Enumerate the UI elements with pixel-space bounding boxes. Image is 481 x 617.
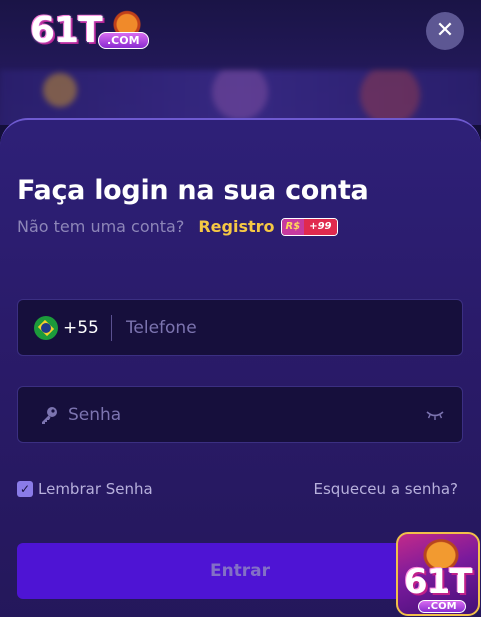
remember-password[interactable]: ✓ Lembrar Senha <box>17 480 153 498</box>
check-icon: ✓ <box>19 482 31 496</box>
floating-logo-text: 61T <box>404 562 473 602</box>
site-logo[interactable]: 61T .COM <box>30 10 190 51</box>
top-bar: 61T .COM ✕ <box>0 0 481 125</box>
bonus-amount: +99 <box>304 218 337 235</box>
logo-suffix: .COM <box>98 32 149 49</box>
remember-checkbox[interactable]: ✓ <box>17 481 33 497</box>
field-divider <box>110 314 112 341</box>
password-input[interactable] <box>68 404 348 425</box>
bonus-currency: R$ <box>281 218 305 235</box>
key-icon <box>38 404 60 426</box>
bonus-badge: R$ +99 <box>280 217 338 236</box>
logo-text: 61T <box>30 10 103 51</box>
password-field[interactable] <box>17 386 463 443</box>
background-banner <box>0 70 481 125</box>
remember-label[interactable]: Lembrar Senha <box>38 480 153 498</box>
no-account-text: Não tem uma conta? <box>17 217 185 236</box>
phone-field[interactable]: +55 <box>17 299 463 356</box>
page-title: Faça login na sua conta <box>17 175 369 206</box>
register-link[interactable]: Registro <box>198 217 274 236</box>
brazil-flag-icon[interactable] <box>34 315 58 340</box>
country-code[interactable]: +55 <box>63 318 99 338</box>
close-button[interactable]: ✕ <box>426 12 464 50</box>
floating-app-button[interactable]: 61T .COM <box>396 532 480 616</box>
phone-input[interactable] <box>125 317 406 338</box>
floating-logo-suffix: .COM <box>418 600 466 613</box>
eye-closed-icon[interactable] <box>426 407 444 421</box>
close-icon: ✕ <box>435 18 455 43</box>
tiger-mascot-icon <box>110 10 144 34</box>
forgot-password-link[interactable]: Esqueceu a senha? <box>314 480 458 498</box>
register-prompt: Não tem uma conta? Registro R$ +99 <box>17 217 338 236</box>
